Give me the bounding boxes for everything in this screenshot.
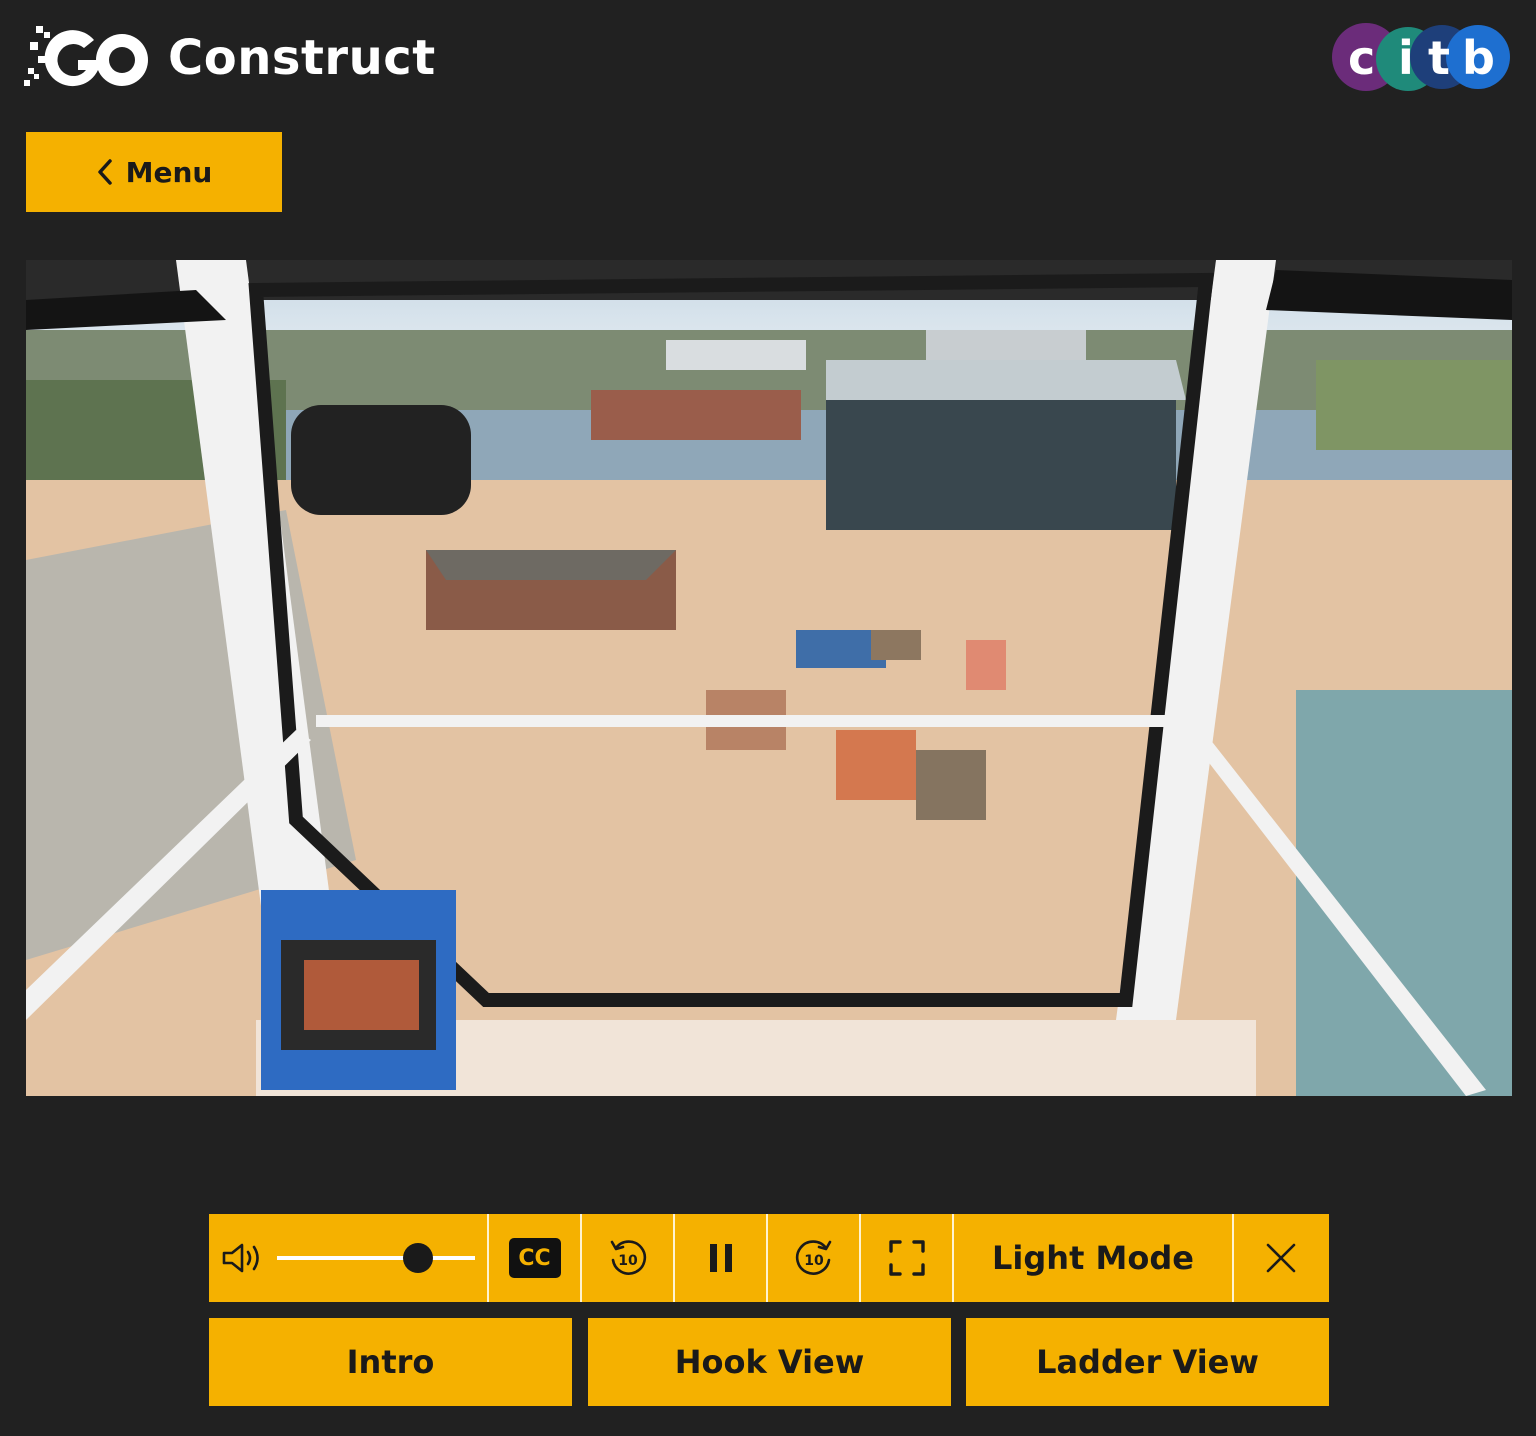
intro-view-label: Intro (346, 1343, 435, 1381)
svg-text:b: b (1462, 31, 1495, 85)
forward-10-button[interactable]: 10 (768, 1214, 861, 1302)
brand-name: Construct (168, 30, 436, 86)
light-mode-button[interactable]: Light Mode (954, 1214, 1234, 1302)
forward-10-icon: 10 (792, 1236, 836, 1280)
volume-track (277, 1256, 475, 1260)
volume-slider[interactable] (277, 1243, 475, 1273)
svg-text:i: i (1398, 31, 1414, 85)
close-button[interactable] (1234, 1214, 1328, 1302)
video-player[interactable] (26, 260, 1512, 1096)
svg-text:t: t (1428, 31, 1450, 85)
volume-thumb[interactable] (403, 1243, 433, 1273)
fullscreen-button[interactable] (861, 1214, 954, 1302)
cc-icon: CC (508, 1238, 561, 1278)
rewind-seconds: 10 (618, 1253, 638, 1269)
hook-view-label: Hook View (674, 1343, 865, 1381)
citb-logo: c i t b (1332, 23, 1510, 91)
go-logo-mark (24, 26, 148, 87)
ladder-view-label: Ladder View (1036, 1343, 1259, 1381)
pause-button[interactable] (675, 1214, 768, 1302)
goconstruct-logo[interactable]: Construct (24, 18, 444, 98)
pause-icon (706, 1242, 736, 1274)
intro-view-button[interactable]: Intro (209, 1318, 572, 1406)
svg-text:c: c (1348, 31, 1375, 85)
rewind-10-icon: 10 (606, 1236, 650, 1280)
captions-button[interactable]: CC (489, 1214, 582, 1302)
menu-label: Menu (125, 155, 213, 189)
volume-control (209, 1214, 489, 1302)
forward-seconds: 10 (804, 1253, 824, 1269)
light-mode-label: Light Mode (992, 1239, 1194, 1277)
chevron-left-icon (97, 159, 112, 185)
hook-view-button[interactable]: Hook View (588, 1318, 951, 1406)
speaker-icon[interactable] (221, 1241, 267, 1275)
fullscreen-icon (888, 1239, 926, 1277)
menu-button[interactable]: Menu (26, 132, 282, 212)
close-icon (1265, 1242, 1297, 1274)
ladder-view-button[interactable]: Ladder View (966, 1318, 1329, 1406)
rewind-10-button[interactable]: 10 (582, 1214, 675, 1302)
crane-cab-video-frame (26, 260, 1512, 1096)
player-controls: CC 10 10 Light Mode (209, 1214, 1329, 1302)
